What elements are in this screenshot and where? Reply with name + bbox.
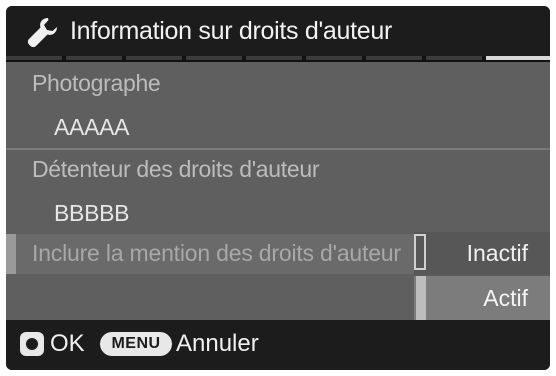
menu-footer: OK MENU Annuler xyxy=(6,320,550,370)
menu-header: Information sur droits d'auteur xyxy=(6,6,550,56)
wrench-icon xyxy=(27,18,57,48)
menu-tab-indicator xyxy=(6,56,550,62)
photographer-label-row: Photographe xyxy=(6,70,550,106)
option-inactif[interactable]: Inactif xyxy=(414,232,550,274)
selection-marker xyxy=(6,234,16,274)
option-actif[interactable]: Actif xyxy=(414,276,550,320)
cancel-label[interactable]: Annuler xyxy=(176,329,259,359)
holder-value: BBBBB xyxy=(54,200,130,226)
ok-label[interactable]: OK xyxy=(50,329,85,359)
include-copyright-dropdown: Inactif Actif xyxy=(414,232,550,320)
option-actif-label: Actif xyxy=(483,285,528,311)
option-inactif-label: Inactif xyxy=(466,240,528,266)
holder-label: Détenteur des droits d'auteur xyxy=(32,156,320,182)
camera-menu-screen: Information sur droits d'auteur Photogra… xyxy=(6,6,550,370)
page-title: Information sur droits d'auteur xyxy=(70,17,393,45)
holder-field[interactable]: BBBBB xyxy=(6,200,550,236)
holder-label-row: Détenteur des droits d'auteur xyxy=(6,156,550,192)
photographer-field[interactable]: AAAAA xyxy=(6,114,550,150)
option-cursor-box xyxy=(414,234,426,270)
divider xyxy=(6,148,550,150)
ok-button-icon xyxy=(20,332,44,356)
menu-button-icon: MENU xyxy=(100,332,172,356)
include-copyright-label: Inclure la mention des droits d'auteur xyxy=(32,240,401,266)
photographer-label: Photographe xyxy=(32,70,161,96)
option-selected-marker xyxy=(416,276,426,320)
photographer-value: AAAAA xyxy=(54,114,130,140)
